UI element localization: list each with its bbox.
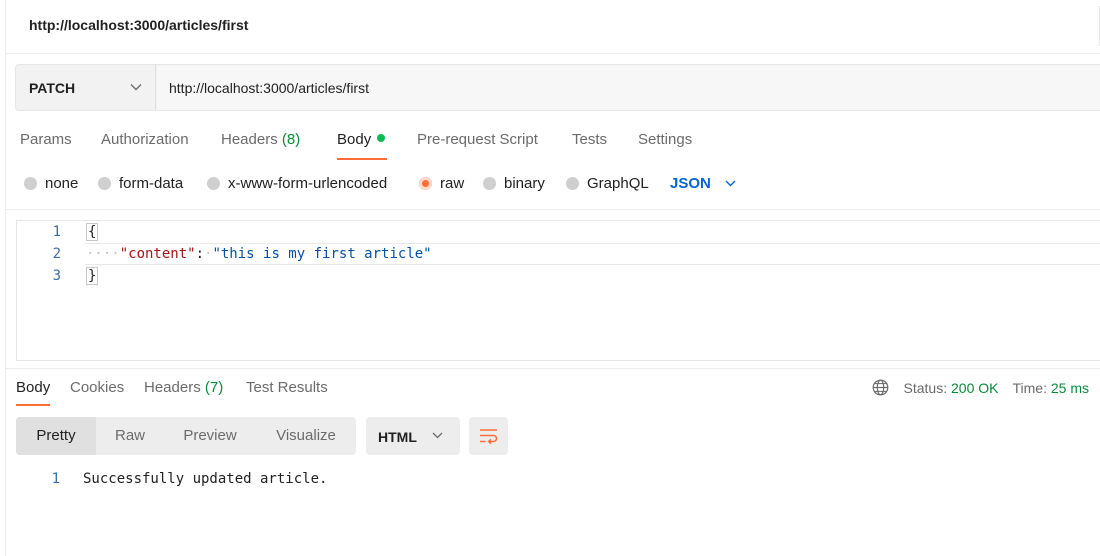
body-format-select[interactable]: JSON <box>670 175 736 192</box>
response-format-select[interactable]: HTML <box>366 417 460 455</box>
radio-circle-icon <box>566 177 579 190</box>
method-label: PATCH <box>29 80 76 96</box>
open-brace: { <box>86 223 99 241</box>
view-mode-label: Raw <box>114 427 145 444</box>
line-code: } <box>86 265 99 287</box>
editor-line: 2 ····"content":·"this is my first artic… <box>17 243 1100 265</box>
response-status: Status: 200 OK Time: 25 ms <box>872 379 1089 396</box>
radio-x-www-form-urlencoded[interactable]: x-www-form-urlencoded <box>207 175 387 192</box>
view-mode-label: Pretty <box>36 427 76 444</box>
tab-label: Pre-request Script <box>417 131 538 148</box>
chevron-down-icon <box>130 84 142 91</box>
radio-none[interactable]: none <box>24 175 78 192</box>
view-mode-visualize[interactable]: Visualize <box>256 417 356 455</box>
response-view-modes: Pretty Raw Preview Visualize <box>16 417 356 455</box>
method-select[interactable]: PATCH <box>16 65 156 110</box>
chevron-down-icon <box>725 180 736 187</box>
radio-label: form-data <box>119 175 184 192</box>
request-title[interactable]: http://localhost:3000/articles/first <box>29 17 248 33</box>
url-text: http://localhost:3000/articles/first <box>169 80 369 96</box>
section-divider <box>6 209 1100 210</box>
request-url-bar: PATCH http://localhost:3000/articles/fir… <box>15 64 1100 111</box>
tab-authorization[interactable]: Authorization <box>101 131 189 148</box>
headers-count: (7) <box>204 379 224 396</box>
radio-graphql[interactable]: GraphQL <box>566 175 649 192</box>
chevron-down-icon <box>432 432 443 439</box>
radio-binary[interactable]: binary <box>483 175 545 192</box>
response-tab-test-results[interactable]: Test Results <box>246 379 328 396</box>
radio-label: x-www-form-urlencoded <box>228 175 388 192</box>
tab-settings[interactable]: Settings <box>638 131 692 148</box>
tab-params[interactable]: Params <box>20 131 72 148</box>
tab-tests[interactable]: Tests <box>572 131 607 148</box>
url-input[interactable]: http://localhost:3000/articles/first <box>157 65 1100 110</box>
line-number: 1 <box>52 224 61 240</box>
wrap-lines-button[interactable] <box>469 417 508 455</box>
editor-line: 3 } <box>17 265 1100 287</box>
radio-circle-icon <box>483 177 496 190</box>
body-format-label: JSON <box>670 175 711 192</box>
body-active-dot-icon <box>377 134 386 142</box>
line-number: 3 <box>52 268 61 284</box>
tab-label: Authorization <box>101 131 189 148</box>
radio-raw[interactable]: raw <box>419 175 464 192</box>
tab-label: Cookies <box>70 379 125 396</box>
view-mode-raw[interactable]: Raw <box>96 417 164 455</box>
json-colon: : <box>195 246 205 262</box>
request-title-bar: http://localhost:3000/articles/first <box>6 0 1100 54</box>
response-text: Successfully updated article. <box>83 471 328 487</box>
radio-label: GraphQL <box>587 175 649 192</box>
tab-label: Headers <box>221 131 278 148</box>
tab-body[interactable]: Body <box>337 131 386 148</box>
radio-label: raw <box>440 175 465 192</box>
tab-label: Params <box>20 131 72 148</box>
left-border <box>5 0 6 556</box>
editor-line: 1 { <box>17 221 1100 243</box>
tab-headers[interactable]: Headers (8) <box>221 131 300 148</box>
globe-icon[interactable] <box>872 379 889 396</box>
radio-circle-icon <box>98 177 111 190</box>
request-body-editor[interactable]: 1 { 2 ····"content":·"this is my first a… <box>16 220 1100 361</box>
radio-label: none <box>45 175 79 192</box>
view-mode-label: Visualize <box>276 427 336 444</box>
line-code: { <box>86 221 99 243</box>
tab-label: Settings <box>638 131 693 148</box>
radio-circle-icon <box>24 177 37 190</box>
view-mode-preview[interactable]: Preview <box>164 417 256 455</box>
radio-circle-icon <box>207 177 220 190</box>
radio-label: binary <box>504 175 545 192</box>
response-format-label: HTML <box>378 429 417 445</box>
response-tab-headers[interactable]: Headers (7) <box>144 379 223 396</box>
tab-label: Headers <box>144 379 201 396</box>
view-mode-pretty[interactable]: Pretty <box>16 417 96 455</box>
tab-label: Body <box>337 131 372 148</box>
wrap-lines-icon <box>480 429 498 445</box>
response-tab-cookies[interactable]: Cookies <box>70 379 124 396</box>
radio-form-data[interactable]: form-data <box>98 175 183 192</box>
time-value[interactable]: 25 ms <box>1051 380 1089 396</box>
json-value: "this is my first article" <box>212 246 432 262</box>
radio-selected-icon <box>419 177 432 190</box>
tab-label: Tests <box>572 131 608 148</box>
line-number: 2 <box>52 246 61 262</box>
view-mode-label: Preview <box>183 427 237 444</box>
time-label: Time: <box>1012 379 1047 396</box>
json-key: "content" <box>119 246 196 262</box>
tab-label: Test Results <box>246 379 328 396</box>
line-number: 1 <box>51 471 60 487</box>
headers-count: (8) <box>281 131 301 148</box>
whitespace-dots: ···· <box>86 246 120 262</box>
response-tab-body[interactable]: Body <box>16 379 50 396</box>
response-body-line: 1 Successfully updated article. <box>16 468 616 490</box>
status-label: Status: <box>903 379 948 396</box>
status-value[interactable]: 200 OK <box>951 380 998 396</box>
line-code: ····"content":·"this is my first article… <box>86 243 432 265</box>
active-response-tab-indicator <box>16 404 50 406</box>
active-tab-indicator <box>337 158 387 160</box>
section-divider <box>6 368 1100 369</box>
close-brace: } <box>86 267 99 285</box>
tab-pre-request-script[interactable]: Pre-request Script <box>417 131 538 148</box>
tab-label: Body <box>16 379 51 396</box>
